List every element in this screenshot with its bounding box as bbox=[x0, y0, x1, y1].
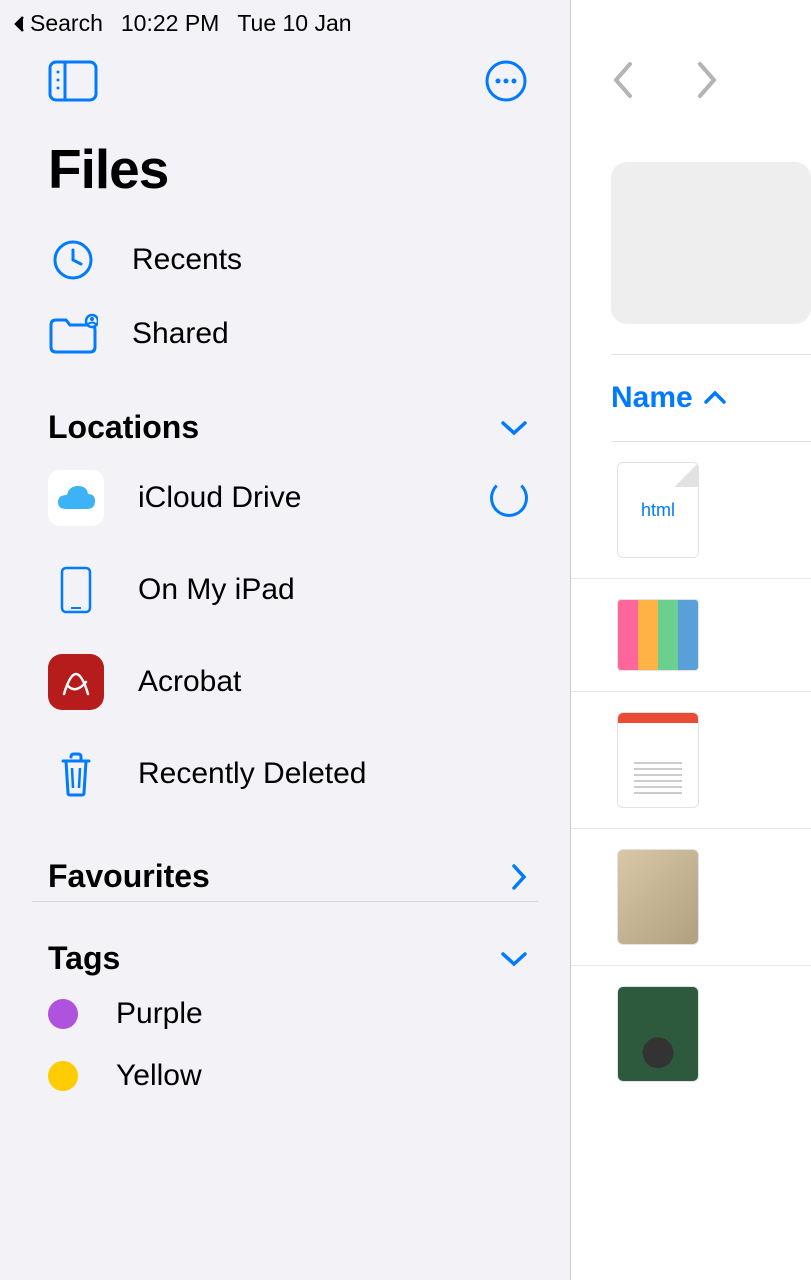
file-thumbnail-pdf bbox=[617, 712, 699, 808]
sidebar-icon bbox=[48, 60, 98, 102]
section-locations-header[interactable]: Locations bbox=[0, 371, 570, 452]
location-recently-deleted[interactable]: Recently Deleted bbox=[0, 728, 570, 820]
nav-recents-label: Recents bbox=[132, 243, 242, 277]
sort-header[interactable]: Name bbox=[571, 355, 811, 441]
page-title: Files bbox=[0, 103, 570, 223]
section-tags-label: Tags bbox=[48, 940, 120, 977]
content-pane: Name html bbox=[571, 0, 811, 1280]
back-to-search[interactable]: Search bbox=[12, 10, 103, 37]
ipad-icon bbox=[59, 566, 93, 614]
location-icloud-label: iCloud Drive bbox=[138, 481, 456, 515]
back-chevron-icon bbox=[12, 15, 26, 33]
nav-back-button[interactable] bbox=[611, 60, 635, 100]
status-date: Tue 10 Jan bbox=[237, 10, 351, 37]
chevron-up-icon bbox=[703, 390, 727, 406]
tag-purple-label: Purple bbox=[116, 997, 203, 1031]
file-row[interactable] bbox=[571, 966, 811, 1102]
chevron-left-icon bbox=[611, 60, 635, 100]
sidebar: Search 10:22 PM Tue 10 Jan Files bbox=[0, 0, 571, 1280]
folder-shared-icon bbox=[48, 313, 98, 355]
sync-spinner-icon bbox=[490, 479, 528, 517]
back-label: Search bbox=[30, 10, 103, 37]
tag-dot-icon bbox=[48, 1061, 78, 1091]
acrobat-icon bbox=[58, 664, 94, 700]
section-favourites-label: Favourites bbox=[48, 858, 210, 895]
chevron-right-icon bbox=[695, 60, 719, 100]
ellipsis-circle-icon bbox=[484, 59, 528, 103]
file-thumbnail-image bbox=[617, 986, 699, 1082]
location-acrobat-label: Acrobat bbox=[138, 665, 241, 699]
nav-arrows bbox=[571, 60, 811, 100]
trash-icon bbox=[58, 751, 94, 797]
status-bar: Search 10:22 PM Tue 10 Jan bbox=[0, 0, 570, 43]
location-acrobat[interactable]: Acrobat bbox=[0, 636, 570, 728]
chevron-down-icon bbox=[500, 950, 528, 968]
section-favourites-header[interactable]: Favourites bbox=[0, 820, 570, 901]
chevron-right-icon bbox=[510, 863, 528, 891]
file-row[interactable] bbox=[571, 579, 811, 692]
status-time: 10:22 PM bbox=[121, 10, 219, 37]
tag-dot-icon bbox=[48, 999, 78, 1029]
nav-shared-label: Shared bbox=[132, 317, 229, 351]
location-deleted-label: Recently Deleted bbox=[138, 757, 366, 791]
file-row[interactable] bbox=[571, 829, 811, 966]
html-badge: html bbox=[641, 500, 675, 521]
location-on-my-ipad[interactable]: On My iPad bbox=[0, 544, 570, 636]
toggle-sidebar-button[interactable] bbox=[48, 60, 98, 102]
tag-yellow[interactable]: Yellow bbox=[0, 1045, 570, 1107]
tag-purple[interactable]: Purple bbox=[0, 983, 570, 1045]
file-thumbnail-image bbox=[617, 599, 699, 671]
tag-yellow-label: Yellow bbox=[116, 1059, 202, 1093]
more-options-button[interactable] bbox=[484, 59, 528, 103]
sidebar-toolbar bbox=[0, 43, 570, 103]
file-row[interactable] bbox=[571, 692, 811, 829]
location-icloud[interactable]: iCloud Drive bbox=[0, 452, 570, 544]
search-field[interactable] bbox=[611, 162, 811, 324]
nav-recents[interactable]: Recents bbox=[0, 223, 570, 297]
section-tags-header[interactable]: Tags bbox=[0, 902, 570, 983]
file-row[interactable]: html bbox=[571, 442, 811, 579]
file-thumbnail-html: html bbox=[617, 462, 699, 558]
icloud-icon bbox=[55, 483, 97, 513]
file-thumbnail-image bbox=[617, 849, 699, 945]
nav-shared[interactable]: Shared bbox=[0, 297, 570, 371]
location-ipad-label: On My iPad bbox=[138, 573, 295, 607]
sort-label: Name bbox=[611, 381, 693, 415]
clock-icon bbox=[52, 239, 94, 281]
section-locations-label: Locations bbox=[48, 409, 199, 446]
nav-forward-button[interactable] bbox=[695, 60, 719, 100]
chevron-down-icon bbox=[500, 419, 528, 437]
